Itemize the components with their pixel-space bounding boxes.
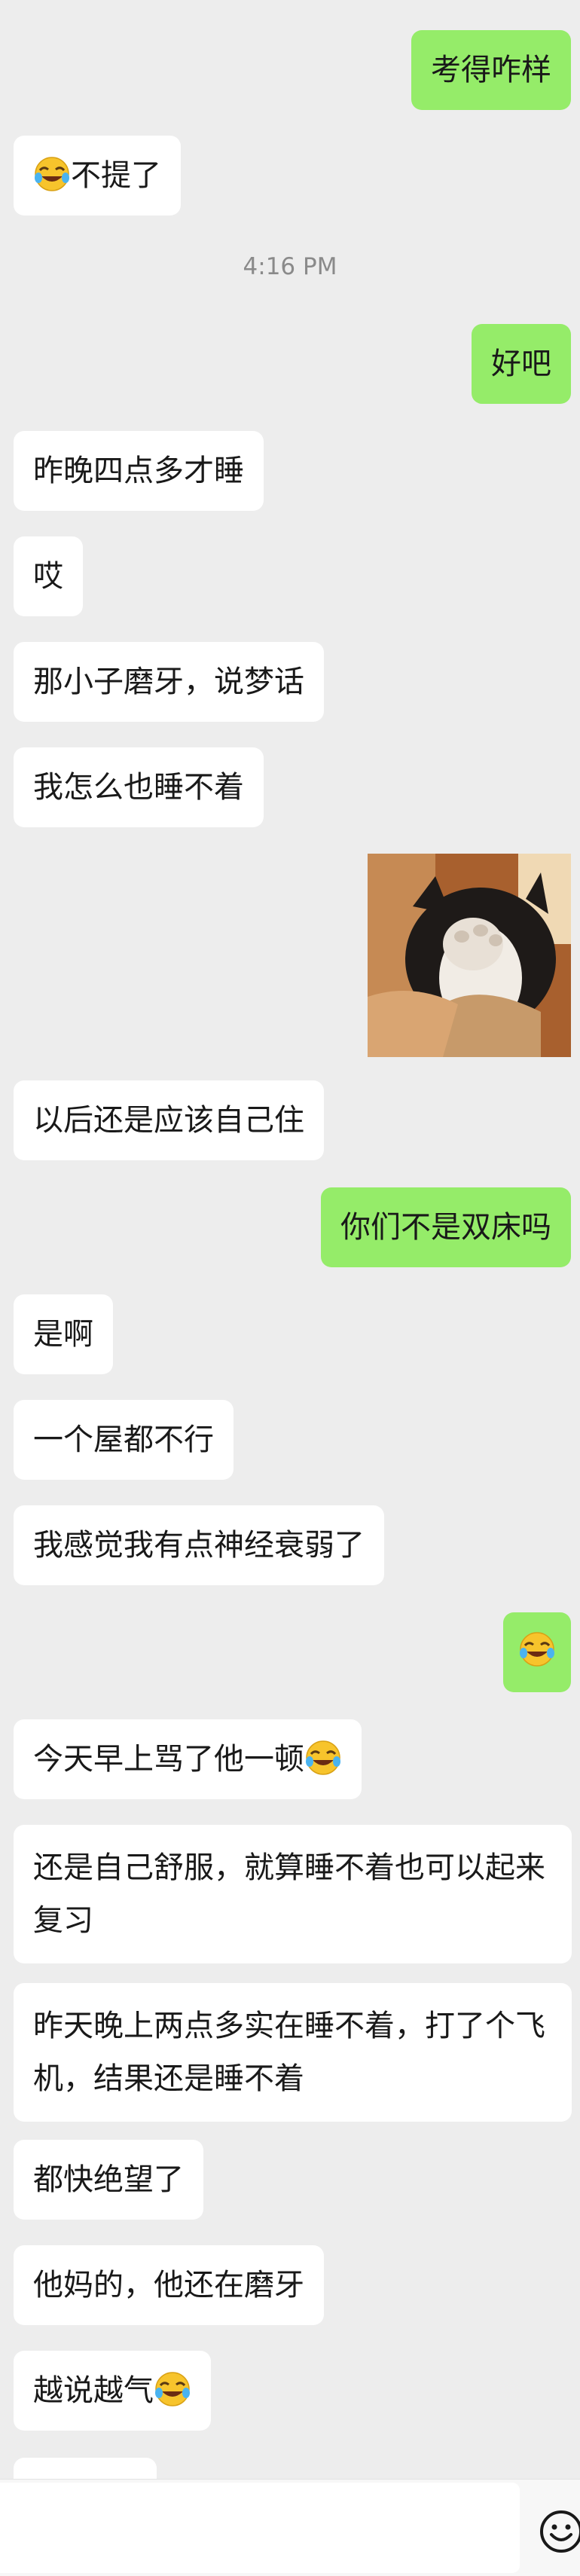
- laughing-tears-emoji-icon: [35, 157, 69, 191]
- laughing-tears-emoji-icon: [306, 1740, 340, 1775]
- message-text: 都快绝望了: [33, 2162, 184, 2197]
- message-bubble-incoming[interactable]: 都快绝望了: [14, 2140, 203, 2220]
- message-text: 我怎么也睡不着: [33, 770, 244, 805]
- message-text: 越说越气: [33, 2373, 154, 2408]
- message-bubble-outgoing[interactable]: 考得咋样: [411, 30, 571, 110]
- message-bubble-incoming[interactable]: 以后还是应该自己住: [14, 1080, 324, 1160]
- message-text: 今天早上骂了他一顿: [33, 1742, 304, 1777]
- message-bubble-outgoing[interactable]: 好吧: [472, 324, 571, 404]
- message-bubble-outgoing-emoji[interactable]: [503, 1612, 571, 1692]
- message-bubble-incoming[interactable]: 不提了: [14, 136, 181, 215]
- message-text: 好吧: [491, 347, 551, 381]
- message-bubble-outgoing[interactable]: 你们不是双床吗: [321, 1187, 571, 1267]
- message-bubble-incoming[interactable]: 昨天晚上两点多实在睡不着，打了个飞机，结果还是睡不着: [14, 1983, 572, 2122]
- message-bubble-incoming[interactable]: 今天早上骂了他一顿: [14, 1719, 362, 1799]
- message-text: 还是自己舒服，就算睡不着也可以起来复习: [33, 1850, 545, 1938]
- message-text: 不提了: [71, 158, 161, 193]
- message-text: 他妈的，他还在磨牙: [33, 2268, 304, 2303]
- message-timestamp: 4:16 PM: [243, 253, 337, 280]
- message-bubble-incoming[interactable]: 我感觉我有点神经衰弱了: [14, 1505, 384, 1585]
- chat-area[interactable]: 考得咋样 不提了 4:16 PM 好吧 昨晚四点多才睡 哎 那小子磨牙，说梦话 …: [0, 0, 580, 2479]
- message-bubble-incoming[interactable]: 他妈的，他还在磨牙: [14, 2245, 324, 2325]
- message-text: 是啊: [33, 1317, 93, 1352]
- message-text: 昨晚四点多才睡: [33, 454, 244, 488]
- message-text: 我感觉我有点神经衰弱了: [33, 1528, 365, 1563]
- message-bubble-incoming[interactable]: 我怎么也睡不着: [14, 747, 264, 827]
- message-bubble-incoming-partial[interactable]: [14, 2458, 157, 2479]
- message-text: 那小子磨牙，说梦话: [33, 665, 304, 699]
- message-bubble-incoming[interactable]: 哎: [14, 536, 83, 616]
- message-bubble-incoming[interactable]: 越说越气: [14, 2351, 211, 2431]
- message-text: 你们不是双床吗: [340, 1210, 551, 1245]
- message-bubble-incoming[interactable]: 一个屋都不行: [14, 1400, 234, 1480]
- message-input[interactable]: [0, 2483, 520, 2573]
- input-bar: [0, 2479, 580, 2576]
- emoji-picker-button[interactable]: [539, 2510, 580, 2553]
- laughing-tears-emoji-icon: [155, 2372, 190, 2406]
- message-text: 一个屋都不行: [33, 1422, 214, 1457]
- message-text: 哎: [33, 559, 63, 594]
- message-bubble-incoming[interactable]: 昨晚四点多才睡: [14, 431, 264, 511]
- message-bubble-incoming[interactable]: 那小子磨牙，说梦话: [14, 642, 324, 722]
- message-bubble-incoming[interactable]: 是啊: [14, 1294, 113, 1374]
- sticker-image-dog-facepalm[interactable]: [368, 854, 571, 1057]
- laughing-tears-emoji-icon: [520, 1632, 554, 1667]
- message-text: 以后还是应该自己住: [33, 1103, 304, 1138]
- message-bubble-incoming[interactable]: 还是自己舒服，就算睡不着也可以起来复习: [14, 1825, 572, 1963]
- message-text: 考得咋样: [431, 53, 551, 87]
- message-text: 昨天晚上两点多实在睡不着，打了个飞机，结果还是睡不着: [33, 2009, 545, 2096]
- dog-facepalm-sticker-icon: [368, 854, 571, 1057]
